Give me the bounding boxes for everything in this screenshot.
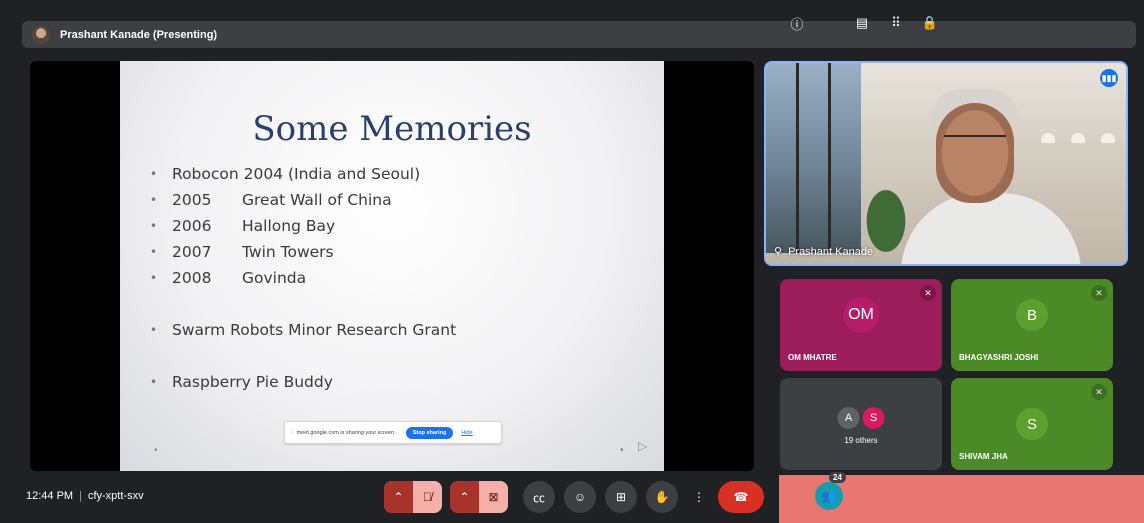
chat-icon[interactable]: ▤ <box>850 11 874 35</box>
info-icon[interactable]: ⓘ <box>785 11 809 35</box>
pin-icon: ⚲ <box>774 246 783 258</box>
bullet-text: Great Wall of China <box>242 191 392 209</box>
slide-bullet-list: • Robocon 2004 (India and Seoul) • 2005 Gre… <box>150 161 456 395</box>
participant-name: OM MHATRE <box>788 353 837 362</box>
slide-nav-dot: • <box>620 445 624 456</box>
more-options-button[interactable]: ⋮ <box>687 481 711 513</box>
slide-bullet: • 2008 Govinda <box>150 269 307 287</box>
bullet-year: 2005 <box>172 191 212 209</box>
camera-control[interactable]: ⌃ ⊠ <box>450 481 508 513</box>
bullet-year: 2006 <box>172 217 212 235</box>
room-lamp <box>1041 133 1055 143</box>
participant-name: SHIVAM JHA <box>959 452 1008 461</box>
glasses <box>944 135 1006 145</box>
room-lamp <box>1101 133 1115 143</box>
presenter-name: Prashant Kanade (Presenting) <box>60 28 218 41</box>
participant-avatar: S <box>1016 408 1048 440</box>
chevron-up-icon[interactable]: ⌃ <box>450 481 479 513</box>
slide-nav-dot: • <box>154 445 158 456</box>
participant-tile-bhagyashri-joshi[interactable]: ✕ B BHAGYASHRI JOSHI <box>951 279 1113 371</box>
captions-button[interactable]: ㏄ <box>523 481 555 513</box>
bullet-text: Swarm Robots Minor Research Grant <box>172 321 457 339</box>
slide-bullet: • Swarm Robots Minor Research Grant <box>150 321 457 339</box>
screen-share-notification: ⁞ meet.google.com is sharing your screen… <box>284 421 502 444</box>
participant-count-badge: 24 <box>829 472 846 483</box>
mic-off-icon: ✕ <box>1091 285 1107 301</box>
host-controls-icon[interactable]: 🔒 <box>918 11 942 35</box>
more-vert-icon: ⋮ <box>693 490 705 504</box>
meet-window: Prashant Kanade (Presenting) Some Memori… <box>0 0 1144 523</box>
apps-icon[interactable]: ⠿ <box>884 11 908 35</box>
slide-bullet: • 2007 Twin Towers <box>150 243 334 261</box>
present-screen-icon: ⊞ <box>615 490 627 504</box>
presenter-avatar <box>32 25 50 44</box>
bullet-text: Twin Towers <box>242 243 334 261</box>
participant-avatar: B <box>1016 299 1048 331</box>
stop-sharing-button[interactable]: Stop sharing <box>405 426 454 439</box>
slide-bullet: • 2005 Great Wall of China <box>150 191 392 209</box>
meeting-info: 12:44 PM | cfy-xptt-sxv <box>26 490 144 502</box>
participant-tile-shivam-jha[interactable]: ✕ S SHIVAM JHA <box>951 378 1113 470</box>
mic-off-icon: ✕ <box>1091 384 1107 400</box>
participant-tile-others[interactable]: A S 19 others <box>780 378 942 470</box>
bullet-text: Govinda <box>242 269 307 287</box>
slide-title: Some Memories <box>252 109 532 149</box>
others-avatars: A S <box>837 407 885 429</box>
share-message: meet.google.com is sharing your screen. <box>296 429 396 436</box>
meeting-code: cfy-xptt-sxv <box>87 490 144 502</box>
slide-bullet: • Raspberry Pie Buddy <box>150 373 333 391</box>
hide-link[interactable]: Hide <box>461 430 472 436</box>
participant-tile-om-mhatre[interactable]: ✕ OM OM MHATRE <box>780 279 942 371</box>
participant-avatar: A <box>837 407 860 429</box>
screen-share-stage[interactable]: Some Memories • Robocon 2004 (India and S… <box>30 61 754 471</box>
bullet-text: Raspberry Pie Buddy <box>172 373 333 391</box>
raise-hand-button[interactable]: ✋ <box>646 481 678 513</box>
emoji-button[interactable]: ☺ <box>564 481 596 513</box>
raise-hand-icon: ✋ <box>654 490 670 504</box>
emoji-icon: ☺ <box>573 490 587 504</box>
mic-control[interactable]: ⌃ 🎙̸ <box>384 481 442 513</box>
mouse-pointer-icon: ▷ <box>638 439 648 453</box>
slide-bullet: • 2006 Hallong Bay <box>150 217 336 235</box>
videocam-off-icon[interactable]: ⊠ <box>479 481 508 513</box>
video-name-label: ⚲ Prashant Kanade <box>774 245 874 259</box>
drag-handle-icon[interactable]: ⁞ <box>291 430 293 436</box>
mic-off-icon[interactable]: 🎙̸ <box>413 481 442 513</box>
presentation-slide: Some Memories • Robocon 2004 (India and S… <box>120 61 664 471</box>
people-icon: 👥 <box>821 489 837 503</box>
closed-caption-icon: ㏄ <box>532 490 545 505</box>
participant-name: BHAGYASHRI JOSHI <box>959 353 1039 362</box>
mic-off-icon: ✕ <box>920 285 936 301</box>
room-window <box>766 63 861 253</box>
video-name: Prashant Kanade <box>788 245 874 258</box>
presenter-bar: Prashant Kanade (Presenting) <box>22 21 1136 48</box>
person-face <box>936 103 1014 203</box>
present-button[interactable]: ⊞ <box>605 481 637 513</box>
leave-call-button[interactable]: ☎ <box>718 481 764 513</box>
clock-time: 12:44 PM <box>26 490 74 502</box>
chevron-up-icon[interactable]: ⌃ <box>384 481 413 513</box>
room-lamp <box>1071 133 1085 143</box>
speaking-indicator-icon: ▮▮▮ <box>1100 69 1118 87</box>
call-end-icon: ☎ <box>733 490 749 504</box>
participant-avatar: S <box>862 407 885 429</box>
person-body <box>901 193 1081 264</box>
others-count: 19 others <box>844 436 878 445</box>
bullet-year: 2007 <box>172 243 212 261</box>
bullet-text: Hallong Bay <box>242 217 336 235</box>
presenter-video-tile[interactable]: ▮▮▮ ⚲ Prashant Kanade <box>764 61 1128 266</box>
bullet-text: Robocon 2004 (India and Seoul) <box>172 165 421 183</box>
bullet-year: 2008 <box>172 269 212 287</box>
participant-avatar: OM <box>843 297 879 333</box>
people-button[interactable]: 👥 <box>815 482 843 510</box>
slide-bullet: • Robocon 2004 (India and Seoul) <box>150 165 421 183</box>
